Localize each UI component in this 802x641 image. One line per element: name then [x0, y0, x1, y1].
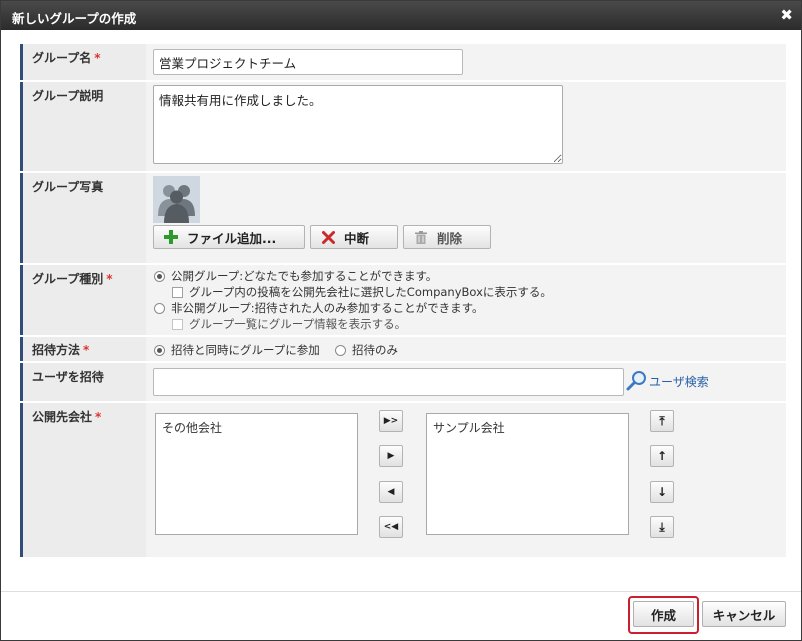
show-in-group-list-checkbox[interactable]: [172, 318, 183, 330]
move-down-button[interactable]: ↓: [650, 481, 674, 503]
invite-users-row: ユーザを招待 ユーザ検索: [20, 363, 786, 401]
create-button[interactable]: 作成: [633, 601, 694, 627]
required-mark: *: [95, 410, 102, 424]
user-search-link[interactable]: ユーザ検索: [626, 370, 709, 392]
selected-companies-listbox[interactable]: サンプル会社: [426, 413, 629, 535]
available-companies-listbox[interactable]: その他会社: [155, 413, 358, 535]
move-up-button[interactable]: ↑: [650, 445, 674, 467]
listbox-option[interactable]: サンプル会社: [433, 419, 622, 436]
dialog-titlebar: 新しいグループの作成 ✖: [1, 1, 801, 30]
show-in-companybox-option[interactable]: グループ内の投稿を公開先会社に選択したCompanyBoxに表示する。: [172, 284, 552, 300]
footer-divider: [1, 591, 801, 592]
group-type-row: グループ種別 * 公開グループ:どなたでも参加することができます。 グループ内の投…: [20, 265, 786, 335]
required-mark: *: [83, 343, 90, 357]
group-name-input[interactable]: [153, 49, 463, 75]
red-x-icon: [320, 229, 336, 245]
invite-only-radio[interactable]: [335, 344, 346, 356]
public-group-option[interactable]: 公開グループ:どなたでも参加することができます。: [154, 268, 437, 284]
move-to-top-button[interactable]: ⤒: [650, 410, 674, 432]
close-icon[interactable]: ✖: [780, 7, 793, 23]
magnifier-icon: [626, 371, 646, 391]
group-description-row: グループ説明 情報共有用に作成しました。: [20, 82, 786, 171]
delete-photo-button[interactable]: 削除: [403, 225, 491, 249]
move-left-button[interactable]: ◀: [379, 481, 403, 503]
private-group-radio[interactable]: [154, 302, 165, 314]
move-right-button[interactable]: ▶: [379, 445, 403, 467]
group-name-label: グループ名 *: [20, 44, 146, 80]
required-mark: *: [106, 272, 113, 286]
group-photo-row: グループ写真 ファイル追加... 中断 削除: [20, 173, 786, 263]
invite-and-join-option[interactable]: 招待と同時にグループに参加: [154, 342, 320, 358]
group-type-label: グループ種別 *: [20, 265, 146, 335]
invite-and-join-radio[interactable]: [154, 344, 165, 356]
invite-only-option[interactable]: 招待のみ: [335, 342, 398, 358]
group-name-row: グループ名 *: [20, 44, 786, 80]
private-group-option[interactable]: 非公開グループ:招待された人のみ参加することができます。: [154, 300, 484, 316]
listbox-option[interactable]: その他会社: [162, 419, 351, 436]
invite-method-row: 招待方法 * 招待と同時にグループに参加 招待のみ: [20, 337, 786, 361]
show-in-companybox-checkbox[interactable]: [172, 286, 183, 298]
create-group-dialog: 新しいグループの作成 ✖ グループ名* グループ説明 情報共有用に作成しました。…: [0, 0, 802, 641]
cancel-button[interactable]: キャンセル: [702, 601, 786, 627]
trash-icon: [413, 229, 429, 245]
show-in-group-list-option[interactable]: グループ一覧にグループ情報を表示する。: [172, 316, 406, 332]
invite-users-label: ユーザを招待: [20, 363, 146, 401]
public-group-radio[interactable]: [154, 270, 165, 282]
public-companies-label: 公開先会社 *: [20, 403, 146, 557]
abort-upload-button[interactable]: 中断: [310, 225, 398, 249]
required-mark: *: [94, 51, 101, 65]
group-avatar-placeholder: [153, 176, 200, 223]
group-description-textarea[interactable]: 情報共有用に作成しました。: [153, 85, 563, 164]
move-all-right-button[interactable]: ▶>: [379, 410, 403, 432]
group-photo-label: グループ写真: [20, 173, 146, 263]
invite-users-input[interactable]: [153, 368, 624, 396]
group-people-icon: [153, 176, 200, 223]
move-all-left-button[interactable]: <◀: [379, 516, 403, 538]
plus-icon: [163, 229, 179, 245]
public-companies-row: 公開先会社 * その他会社 ▶> ▶ ◀ <◀ サンプル会社 ⤒ ↑ ↓ ⤓: [20, 403, 786, 557]
group-description-label: グループ説明: [20, 82, 146, 171]
invite-method-label: 招待方法 *: [20, 337, 146, 361]
dialog-title: 新しいグループの作成: [12, 11, 137, 26]
move-to-bottom-button[interactable]: ⤓: [650, 516, 674, 538]
add-file-button[interactable]: ファイル追加...: [153, 225, 305, 249]
